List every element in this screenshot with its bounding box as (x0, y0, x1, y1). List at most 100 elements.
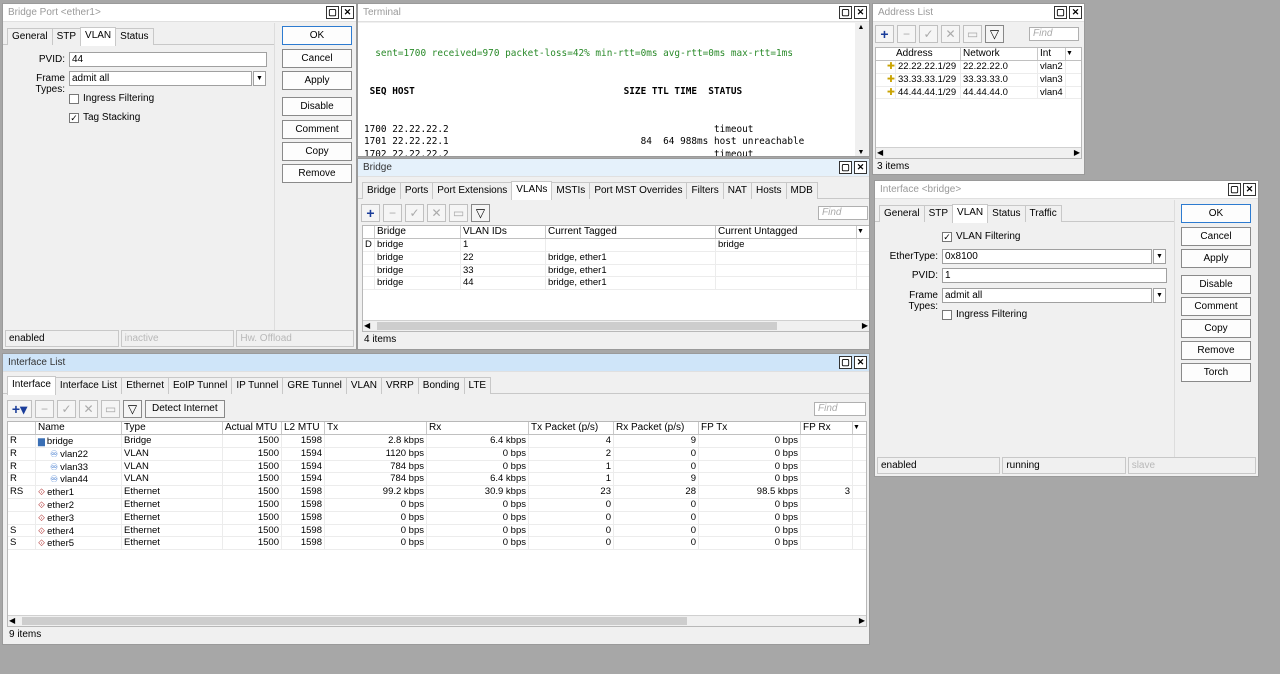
table-row[interactable]: S ⟐ ether4 Ethernet 1500 1598 0 bps 0 bps 0 0 0 bp… (8, 524, 866, 538)
frame-types-select[interactable]: admit all (69, 71, 252, 86)
maximize-icon[interactable]: ▢ (839, 6, 852, 19)
minus-icon[interactable]: − (35, 400, 54, 418)
terminal-titlebar[interactable]: Terminal ▢ ✕ (358, 4, 869, 22)
remove-button[interactable]: Remove (1181, 341, 1251, 360)
close-icon[interactable]: ✕ (854, 6, 867, 19)
scroll-right-icon[interactable]: ▶ (859, 616, 865, 626)
column-header[interactable]: Rx (427, 422, 529, 434)
table-row[interactable]: R ♾ vlan44 VLAN 1500 1594 784 bps 6.4 kbps 1 9 0 b… (8, 473, 866, 487)
bridge-port-tab[interactable]: General (7, 28, 53, 45)
table-row[interactable]: bridge 22 bridge, ether1 (363, 251, 869, 265)
copy-button[interactable]: Copy (282, 142, 352, 161)
bridge-titlebar[interactable]: Bridge ▢ ✕ (358, 159, 869, 177)
apply-button[interactable]: Apply (282, 71, 352, 90)
chevron-down-icon[interactable]: ▼ (853, 422, 865, 434)
vertical-scrollbar[interactable]: ▲ ▼ (855, 24, 867, 156)
table-row[interactable]: bridge 44 bridge, ether1 (363, 277, 869, 291)
table-row[interactable]: ✚ 22.22.22.1/29 22.22.22.0 vlan2 (876, 61, 1081, 74)
close-icon[interactable]: ✕ (1069, 6, 1082, 19)
interface-list-titlebar[interactable]: Interface List ▢ ✕ (3, 354, 869, 372)
terminal-output[interactable]: sent=1700 received=970 packet-loss=42% m… (358, 23, 855, 156)
interface-bridge-tab[interactable]: General (879, 205, 925, 222)
bridge-tab[interactable]: Hosts (750, 182, 787, 199)
minus-icon[interactable]: − (383, 204, 402, 222)
add-icon[interactable]: + (875, 25, 894, 43)
bridge-port-tab[interactable]: Status (115, 28, 154, 45)
table-row[interactable]: S ⟐ ether5 Ethernet 1500 1598 0 bps 0 bps 0 0 0 bp… (8, 537, 866, 551)
column-header[interactable]: Name (36, 422, 122, 434)
ethertype-select[interactable]: 0x8100 (942, 249, 1152, 264)
filter-icon[interactable]: ▽ (985, 25, 1004, 43)
table-row[interactable]: ⟐ ether2 Ethernet 1500 1598 0 bps 0 bps 0 0 0 bps (8, 498, 866, 512)
address-list-titlebar[interactable]: Address List ▢ ✕ (873, 4, 1084, 22)
disable-button[interactable]: Disable (1181, 275, 1251, 294)
interface-bridge-tab[interactable]: Status (987, 205, 1026, 222)
bridge-tab[interactable]: MDB (785, 182, 818, 199)
enable-icon[interactable]: ✓ (405, 204, 424, 222)
bridge-tab[interactable]: Bridge (362, 182, 401, 199)
bridge-tab[interactable]: Filters (686, 182, 724, 199)
interface-list-tab[interactable]: Bonding (417, 377, 465, 394)
column-header[interactable]: Actual MTU (223, 422, 282, 434)
tag-stacking-checkbox[interactable]: ✓ Tag Stacking (69, 112, 140, 123)
interface-bridge-tab[interactable]: VLAN (952, 204, 989, 223)
chevron-down-icon[interactable]: ▼ (857, 226, 869, 238)
add-icon[interactable]: + (361, 204, 380, 222)
ok-button[interactable]: OK (1181, 204, 1251, 223)
minus-icon[interactable]: − (897, 25, 916, 43)
column-header[interactable]: Bridge (375, 226, 461, 238)
copy-button[interactable]: Copy (1181, 319, 1251, 338)
column-header[interactable]: Type (122, 422, 223, 434)
remove-button[interactable]: Remove (282, 164, 352, 183)
column-header[interactable]: L2 MTU (282, 422, 325, 434)
close-icon[interactable]: ✕ (854, 161, 867, 174)
disable-icon[interactable]: ✕ (427, 204, 446, 222)
column-header[interactable] (8, 422, 36, 434)
disable-icon[interactable]: ✕ (941, 25, 960, 43)
maximize-icon[interactable]: ▢ (839, 161, 852, 174)
frame-types-select[interactable]: admit all (942, 288, 1152, 303)
close-icon[interactable]: ✕ (341, 6, 354, 19)
maximize-icon[interactable]: ▢ (1228, 183, 1241, 196)
column-header[interactable]: Address (876, 48, 961, 60)
table-row[interactable]: ✚ 44.44.44.1/29 44.44.44.0 vlan4 (876, 86, 1081, 100)
column-header[interactable] (363, 226, 375, 238)
column-header[interactable]: Tx (325, 422, 427, 434)
enable-icon[interactable]: ✓ (57, 400, 76, 418)
bridge-tab[interactable]: MSTIs (551, 182, 591, 199)
scroll-thumb[interactable] (377, 322, 777, 330)
horizontal-scrollbar[interactable]: ◀ ▶ (8, 615, 866, 626)
cancel-button[interactable]: Cancel (282, 49, 352, 68)
ingress-filtering-checkbox[interactable]: Ingress Filtering (69, 93, 154, 104)
find-input[interactable]: Find (1029, 27, 1079, 41)
add-icon[interactable]: +▾ (7, 400, 32, 418)
torch-button[interactable]: Torch (1181, 363, 1251, 382)
bridge-tab[interactable]: Ports (399, 182, 434, 199)
column-header[interactable]: Rx Packet (p/s) (614, 422, 699, 434)
filter-icon[interactable]: ▽ (471, 204, 490, 222)
column-header[interactable]: Current Untagged (716, 226, 857, 238)
interface-bridge-titlebar[interactable]: Interface <bridge> ▢ ✕ (875, 181, 1258, 199)
maximize-icon[interactable]: ▢ (839, 356, 852, 369)
bridge-tab[interactable]: Port MST Overrides (589, 182, 688, 199)
disable-icon[interactable]: ✕ (79, 400, 98, 418)
table-row[interactable]: Dbridge 1 bridge (363, 239, 869, 252)
disable-button[interactable]: Disable (282, 97, 352, 116)
interface-list-tab[interactable]: VLAN (345, 377, 382, 394)
interface-list-tab[interactable]: VRRP (381, 377, 419, 394)
bridge-tab[interactable]: VLANs (511, 181, 553, 200)
interface-bridge-tab[interactable]: STP (923, 205, 954, 222)
interface-list-tab[interactable]: EoIP Tunnel (168, 377, 233, 394)
detect-internet-button[interactable]: Detect Internet (145, 400, 225, 418)
enable-icon[interactable]: ✓ (919, 25, 938, 43)
interface-list-tab[interactable]: Ethernet (121, 377, 169, 394)
table-row[interactable]: ⟐ ether3 Ethernet 1500 1598 0 bps 0 bps 0 0 0 bps (8, 511, 866, 525)
ingress-filtering-checkbox[interactable]: Ingress Filtering (942, 309, 1027, 320)
apply-button[interactable]: Apply (1181, 249, 1251, 268)
table-row[interactable]: R ♾ vlan33 VLAN 1500 1594 784 bps 0 bps 1 0 0 bps (8, 460, 866, 474)
pvid-field[interactable]: 44 (69, 52, 267, 67)
filter-icon[interactable]: ▽ (123, 400, 142, 418)
maximize-icon[interactable]: ▢ (1054, 6, 1067, 19)
column-header[interactable]: Int (1038, 48, 1066, 60)
bridge-port-tab[interactable]: VLAN (80, 27, 117, 46)
